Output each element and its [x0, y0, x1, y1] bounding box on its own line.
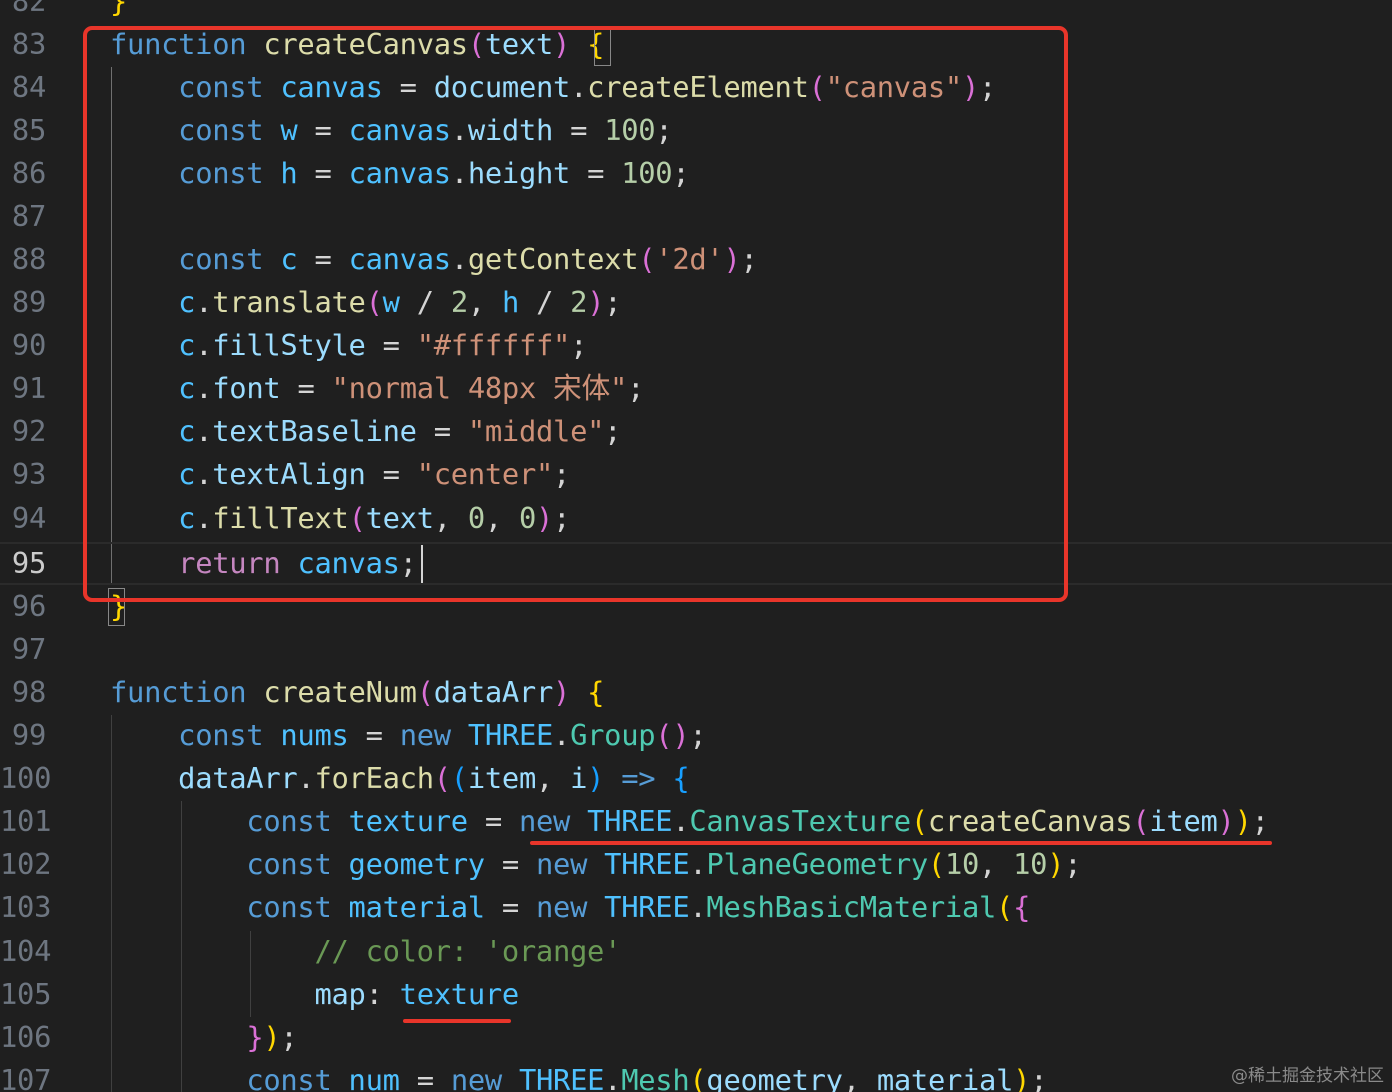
- code-content: const num = new THREE.Mesh(geometry, mat…: [246, 1063, 1048, 1092]
- code-line-106[interactable]: 106 });: [0, 1016, 1392, 1059]
- code-content: const w = canvas.width = 100;: [178, 113, 673, 147]
- code-line-90[interactable]: 90 c.fillStyle = "#ffffff";: [0, 324, 1392, 367]
- line-number: 106: [0, 1020, 52, 1054]
- code-line-97[interactable]: 97: [0, 628, 1392, 671]
- code-content: const canvas = document.createElement("c…: [178, 70, 997, 104]
- line-number: 89: [11, 285, 46, 319]
- line-number: 98: [11, 675, 46, 709]
- code-line-85[interactable]: 85 const w = canvas.width = 100;: [0, 109, 1392, 152]
- line-number: 99: [11, 718, 46, 752]
- line-number: 87: [11, 199, 46, 233]
- code-line-107[interactable]: 107 const num = new THREE.Mesh(geometry,…: [0, 1059, 1392, 1092]
- line-number: 84: [11, 70, 46, 104]
- code-content: c.translate(w / 2, h / 2);: [178, 285, 622, 319]
- line-number: 107: [0, 1063, 52, 1092]
- code-content: }: [110, 0, 128, 18]
- code-content: return canvas;: [178, 546, 417, 580]
- line-number: 85: [11, 113, 46, 147]
- code-content: });: [246, 1020, 298, 1054]
- code-content: const geometry = new THREE.PlaneGeometry…: [246, 847, 1082, 881]
- line-number: 91: [11, 371, 46, 405]
- code-line-95[interactable]: 95 return canvas;: [0, 542, 1392, 586]
- code-content: c.fillStyle = "#ffffff";: [178, 328, 588, 362]
- code-content: c.fillText(text, 0, 0);: [178, 501, 571, 535]
- code-line-86[interactable]: 86 const h = canvas.height = 100;: [0, 152, 1392, 195]
- code-content: c.textBaseline = "middle";: [178, 414, 622, 448]
- code-line-96[interactable]: 96 }: [0, 585, 1392, 628]
- code-line-98[interactable]: 98 function createNum(dataArr) {: [0, 671, 1392, 714]
- code-line-88[interactable]: 88 const c = canvas.getContext('2d');: [0, 238, 1392, 281]
- code-line-101[interactable]: 101 const texture = new THREE.CanvasText…: [0, 800, 1392, 843]
- code-line-103[interactable]: 103 const material = new THREE.MeshBasic…: [0, 886, 1392, 929]
- code-content: const texture = new THREE.CanvasTexture(…: [246, 804, 1269, 838]
- code-content: map: texture: [314, 977, 519, 1011]
- annotation-underline-texture: [403, 1019, 511, 1023]
- line-number: 83: [11, 27, 46, 61]
- line-number: 88: [11, 242, 46, 276]
- code-line-94[interactable]: 94 c.fillText(text, 0, 0);: [0, 497, 1392, 540]
- bracket-match-open: [594, 28, 611, 66]
- line-number: 82: [11, 0, 46, 18]
- code-content: const nums = new THREE.Group();: [178, 718, 707, 752]
- code-editor[interactable]: 82 } 83 function createCanvas(text) { 84…: [0, 0, 1392, 1092]
- code-content: dataArr.forEach((item, i) => {: [178, 761, 690, 795]
- line-number: 94: [11, 501, 46, 535]
- code-content: c.font = "normal 48px 宋体";: [178, 371, 645, 405]
- text-cursor: [421, 545, 423, 583]
- line-number: 101: [0, 804, 52, 838]
- code-content: function createNum(dataArr) {: [110, 675, 605, 709]
- line-number: 102: [0, 847, 52, 881]
- code-line-93[interactable]: 93 c.textAlign = "center";: [0, 453, 1392, 496]
- line-number: 86: [11, 156, 46, 190]
- watermark: @稀土掘金技术社区: [1231, 1066, 1384, 1086]
- code-line-82[interactable]: 82 }: [0, 0, 1392, 23]
- code-line-87[interactable]: 87: [0, 195, 1392, 238]
- code-line-83[interactable]: 83 function createCanvas(text) {: [0, 23, 1392, 66]
- line-number: 103: [0, 890, 52, 924]
- code-content: c.textAlign = "center";: [178, 457, 571, 491]
- bracket-match-close: [108, 588, 125, 626]
- code-line-92[interactable]: 92 c.textBaseline = "middle";: [0, 410, 1392, 453]
- line-number: 97: [11, 632, 46, 666]
- code-line-105[interactable]: 105 map: texture: [0, 973, 1392, 1016]
- code-line-89[interactable]: 89 c.translate(w / 2, h / 2);: [0, 281, 1392, 324]
- code-content: function createCanvas(text) {: [110, 27, 605, 61]
- line-number: 90: [11, 328, 46, 362]
- code-line-102[interactable]: 102 const geometry = new THREE.PlaneGeom…: [0, 843, 1392, 886]
- code-line-99[interactable]: 99 const nums = new THREE.Group();: [0, 714, 1392, 757]
- code-line-104[interactable]: 104 // color: 'orange': [0, 930, 1392, 973]
- line-number-active: 95: [11, 546, 46, 580]
- line-number: 105: [0, 977, 52, 1011]
- line-number: 93: [11, 457, 46, 491]
- line-number: 104: [0, 934, 52, 968]
- line-number: 92: [11, 414, 46, 448]
- code-line-84[interactable]: 84 const canvas = document.createElement…: [0, 66, 1392, 109]
- code-content: const h = canvas.height = 100;: [178, 156, 690, 190]
- code-content: const material = new THREE.MeshBasicMate…: [246, 890, 1031, 924]
- code-content: // color: 'orange': [314, 934, 622, 968]
- code-line-91[interactable]: 91 c.font = "normal 48px 宋体";: [0, 367, 1392, 410]
- code-line-100[interactable]: 100 dataArr.forEach((item, i) => {: [0, 757, 1392, 800]
- annotation-underline-canvas-texture: [530, 841, 1272, 845]
- code-content: const c = canvas.getContext('2d');: [178, 242, 758, 276]
- line-number: 100: [0, 761, 52, 795]
- line-number: 96: [11, 589, 46, 623]
